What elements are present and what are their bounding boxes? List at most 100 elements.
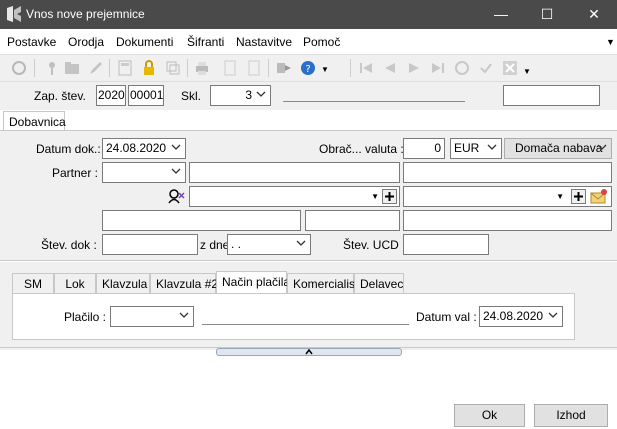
toolbar-separator (350, 59, 351, 77)
first-record-icon[interactable] (358, 60, 374, 76)
payment-tab-panel: Plačilo : Datum val : 24.08.2020 (12, 293, 575, 340)
toolbar-separator (187, 59, 188, 77)
bottom-tabs: SM Lok Klavzula Klavzula #2 Način plačil… (12, 271, 404, 294)
year-field[interactable]: 2020 (96, 85, 126, 106)
toolbar: ? ▼ ▼ (0, 54, 617, 82)
tab-sm[interactable]: SM (12, 273, 54, 293)
back-icon[interactable] (11, 60, 27, 76)
mail-icon[interactable] (590, 188, 608, 205)
menu-postavke[interactable]: Postavke (7, 35, 56, 49)
exit-button[interactable]: Izhod (534, 404, 608, 427)
menu-orodja[interactable]: Orodja (68, 35, 104, 49)
title-bar: Vnos nove prejemnice — ☐ ✕ (0, 0, 617, 29)
splitter-handle[interactable] (216, 348, 402, 356)
lock-icon[interactable] (141, 60, 157, 76)
menu-dokumenti[interactable]: Dokumenti (116, 35, 173, 49)
top-tabs-bar (0, 110, 617, 131)
main-form-panel: Datum dok.: 24.08.2020 Obrač... valuta :… (0, 130, 617, 261)
copy-icon[interactable] (165, 60, 181, 76)
tab-klavzula[interactable]: Klavzula (96, 273, 150, 293)
document-icon[interactable] (222, 60, 238, 76)
maximize-button[interactable]: ☐ (524, 0, 570, 29)
pin-icon[interactable] (44, 60, 60, 76)
menu-sifranti[interactable]: Šifranti (187, 35, 224, 49)
toolbar-separator (109, 59, 110, 77)
menu-overflow-icon[interactable]: ▼ (606, 37, 615, 47)
partner-label: Partner : (52, 166, 99, 180)
tab-dobavnica[interactable]: Dobavnica (3, 111, 66, 132)
help-dropdown-icon[interactable]: ▼ (321, 65, 329, 74)
app-logo-icon (7, 6, 21, 22)
ucd-number-input[interactable] (403, 234, 489, 255)
last-record-icon[interactable] (430, 60, 446, 76)
document-number-input[interactable] (102, 234, 198, 255)
address-post-field[interactable] (305, 210, 400, 231)
confirm-icon[interactable] (478, 60, 494, 76)
plus-icon (574, 192, 583, 201)
address-dropdown-icon[interactable]: ▼ (556, 192, 564, 201)
prev-record-icon[interactable] (382, 60, 398, 76)
value-date-select[interactable]: 24.08.2020 (479, 306, 563, 327)
contact-combo[interactable]: ▼ (189, 186, 400, 207)
add-contact-button[interactable] (382, 189, 397, 204)
address-combo[interactable]: ▼ (403, 186, 612, 207)
toolbar-separator (268, 59, 269, 77)
z-dne-label: z dne (200, 238, 230, 252)
calculator-icon[interactable] (117, 60, 133, 76)
help-icon[interactable]: ? (300, 60, 316, 76)
placilo-label: Plačilo : (64, 310, 107, 324)
toolbar-overflow-icon[interactable]: ▼ (523, 67, 531, 76)
datum-dok-label: Datum dok.: (36, 142, 101, 156)
skl-label: Skl. (181, 89, 202, 103)
menu-pomoc[interactable]: Pomoč (303, 35, 340, 49)
currency-value: EUR (454, 141, 480, 155)
purchase-type-value: Domača nabava (515, 141, 603, 155)
plus-icon (385, 192, 394, 201)
tab-komercialist[interactable]: Komercialist (287, 273, 358, 293)
warehouse-select[interactable]: 3 (210, 85, 271, 106)
minimize-button[interactable]: — (478, 0, 524, 29)
document-number-field[interactable]: 00001 (128, 85, 164, 106)
cancel-record-icon[interactable] (502, 60, 518, 76)
payment-method-select[interactable] (110, 306, 194, 327)
print-icon[interactable] (194, 60, 210, 76)
purchase-type-select[interactable]: Domača nabava (504, 138, 612, 159)
chevron-down-icon (171, 168, 181, 174)
partner-info-field[interactable] (403, 162, 612, 183)
insert-record-icon[interactable] (454, 60, 470, 76)
partner-select[interactable] (102, 162, 186, 183)
contact-person-icon[interactable] (168, 188, 186, 204)
exchange-rate-field[interactable]: 0 (403, 138, 445, 159)
document2-icon[interactable] (246, 60, 262, 76)
obrac-valuta-label: Obrač... valuta : (319, 142, 404, 156)
tab-klavzula-2[interactable]: Klavzula #2 (150, 273, 218, 293)
document-header: Zap. štev. 2020 00001 Skl. 3 (0, 82, 617, 110)
zap-stev-label: Zap. štev. (34, 89, 86, 103)
edit-icon[interactable] (88, 60, 104, 76)
folder-icon[interactable] (64, 60, 80, 76)
ok-button[interactable]: Ok (454, 404, 525, 427)
menu-nastavitve[interactable]: Nastavitve (236, 35, 292, 49)
partner-name-field[interactable] (189, 162, 400, 183)
tab-lok[interactable]: Lok (54, 273, 96, 293)
tab-nacin-placila[interactable]: Način plačila (216, 271, 290, 294)
currency-select[interactable]: EUR (450, 138, 502, 159)
payment-name-line (202, 324, 409, 325)
add-address-button[interactable] (571, 189, 586, 204)
document-date-value: 24.08.2020 (106, 141, 167, 155)
address-street-field[interactable] (102, 210, 301, 231)
toolbar-separator (34, 59, 35, 77)
document-date-select[interactable]: 24.08.2020 (102, 138, 186, 159)
address-city-field[interactable] (403, 210, 612, 231)
next-record-icon[interactable] (406, 60, 422, 76)
tab-delavec[interactable]: Delavec (354, 273, 404, 293)
contact-dropdown-icon[interactable]: ▼ (371, 192, 379, 201)
close-button[interactable]: ✕ (571, 0, 617, 29)
document-date-from-select[interactable]: . . (227, 234, 311, 255)
chevron-down-icon (171, 144, 181, 150)
chevron-down-icon (296, 240, 306, 246)
header-extra-field[interactable] (503, 85, 600, 106)
export-icon[interactable] (276, 60, 292, 76)
lower-section: SM Lok Klavzula Klavzula #2 Način plačil… (0, 262, 617, 350)
warehouse-name-line (283, 101, 465, 102)
